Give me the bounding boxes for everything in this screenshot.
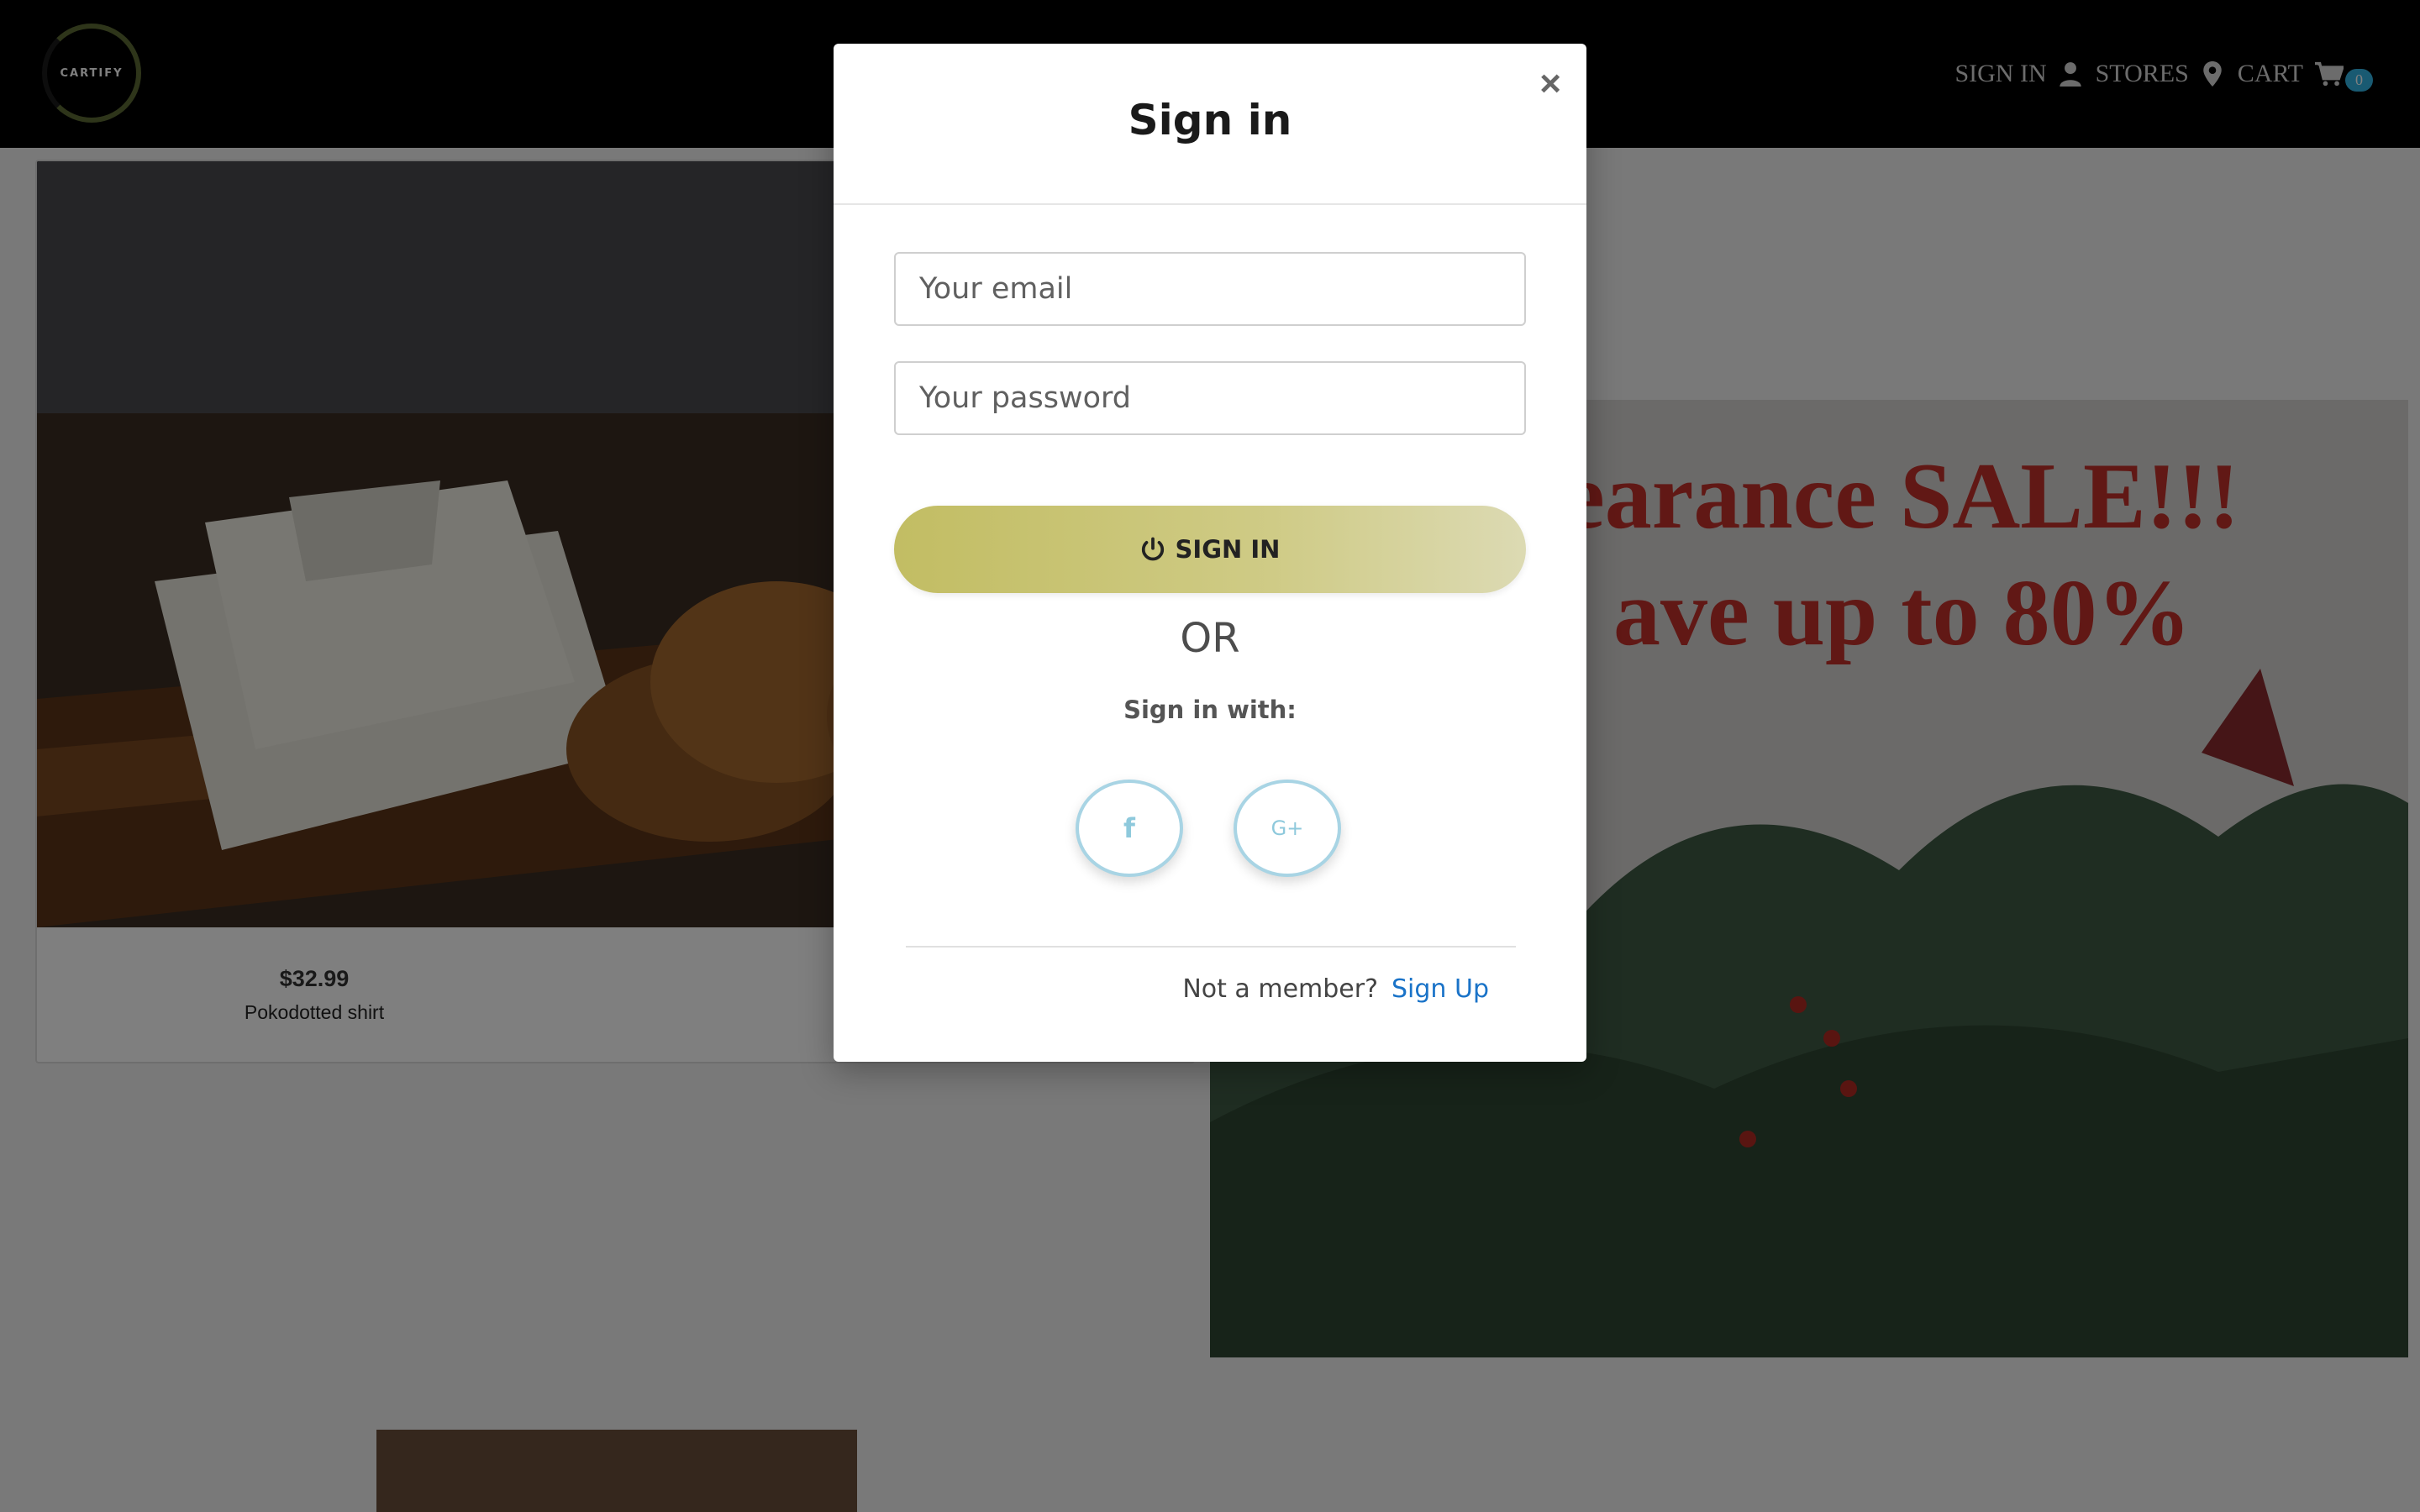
facebook-icon: f: [1123, 812, 1135, 844]
google-plus-login-button[interactable]: G+: [1234, 780, 1341, 877]
footer-divider: [906, 946, 1516, 948]
sign-in-button-label: SIGN IN: [1175, 535, 1281, 564]
sign-in-button[interactable]: SIGN IN: [894, 506, 1526, 593]
sign-up-link[interactable]: Sign Up: [1392, 974, 1489, 1004]
sign-in-modal: Sign in × SIGN IN OR Sign in with: f G+ …: [834, 44, 1586, 1062]
sign-in-with-label: Sign in with:: [1123, 696, 1297, 724]
facebook-login-button[interactable]: f: [1076, 780, 1183, 877]
not-member-text: Not a member?: [1182, 974, 1379, 1004]
password-field[interactable]: [894, 361, 1526, 435]
email-field[interactable]: [894, 252, 1526, 326]
google-plus-icon: G+: [1270, 816, 1304, 840]
modal-header: Sign in ×: [834, 44, 1586, 205]
modal-footer: Not a member? Sign Up: [1182, 974, 1489, 1004]
close-button[interactable]: ×: [1539, 66, 1561, 102]
power-icon: [1141, 537, 1164, 561]
modal-title: Sign in: [1128, 96, 1292, 144]
or-divider-text: OR: [1180, 615, 1240, 662]
